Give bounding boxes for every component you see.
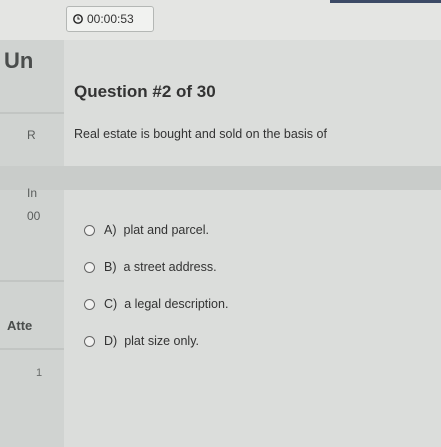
answer-option-c[interactable]: C) a legal description. — [84, 294, 228, 314]
radio-button-d[interactable] — [84, 335, 95, 347]
timer-value: 00:00:53 — [87, 12, 134, 26]
answer-option-d[interactable]: D) plat size only. — [84, 331, 228, 351]
left-sidebar — [0, 40, 64, 447]
separator-band — [0, 166, 441, 190]
answer-option-b[interactable]: B) a street address. — [84, 257, 228, 277]
option-text: plat and parcel. — [123, 223, 209, 237]
sidebar-divider — [0, 112, 64, 114]
option-letter: A) — [104, 223, 117, 237]
option-text: plat size only. — [124, 334, 200, 348]
question-header: Question #2 of 30 — [74, 82, 216, 101]
sidebar-divider — [0, 348, 64, 350]
answer-option-a[interactable]: A) plat and parcel. — [84, 220, 228, 240]
option-text: a legal description. — [124, 297, 229, 311]
radio-button-c[interactable] — [84, 298, 95, 310]
sidebar-attempt-label: Atte — [7, 318, 33, 333]
radio-button-b[interactable] — [84, 261, 95, 273]
option-letter: C) — [104, 297, 118, 311]
option-letter: B) — [104, 260, 117, 274]
answer-options: A) plat and parcel. B) a street address.… — [84, 220, 228, 368]
sidebar-divider — [0, 280, 64, 282]
sidebar-fragment: 00 — [27, 209, 41, 223]
top-accent-bar — [330, 0, 441, 3]
sidebar-fragment: In — [27, 186, 38, 200]
timer-display: 00:00:53 — [66, 6, 154, 32]
sidebar-title: Un — [4, 48, 34, 73]
question-text: Real estate is bought and sold on the ba… — [74, 127, 327, 141]
option-letter: D) — [104, 334, 118, 348]
option-text: a street address. — [123, 260, 217, 274]
sidebar-fragment: 1 — [36, 367, 43, 379]
quiz-page: 00:00:53 Un R In 00 Atte 1 Question #2 o… — [0, 0, 441, 447]
radio-button-a[interactable] — [84, 224, 95, 236]
top-bar: 00:00:53 — [0, 0, 441, 40]
sidebar-fragment: R — [27, 128, 36, 142]
clock-icon — [73, 14, 83, 24]
